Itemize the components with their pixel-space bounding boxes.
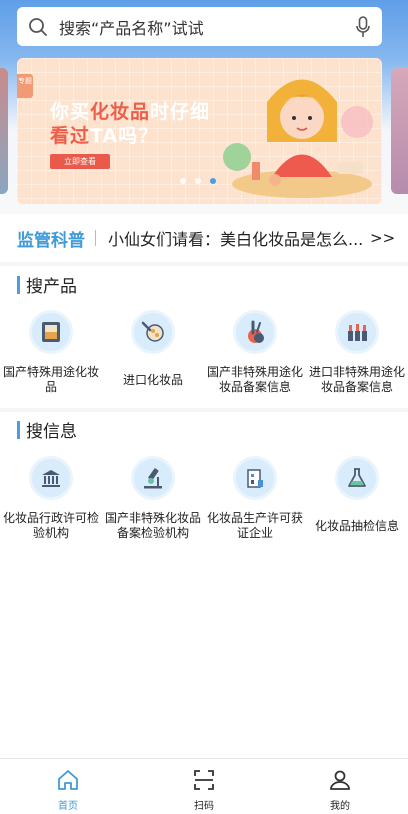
- tab-scan-label: 扫码: [194, 801, 214, 812]
- info-grid: 化妆品行政许可检验机构 国产非特殊化妆品备案检验机构 化妆品生产许可获证企业 化…: [0, 456, 408, 542]
- product-item-label: 进口非特殊用途化妆品备案信息: [308, 365, 405, 394]
- tab-mine-label: 我的: [330, 801, 350, 812]
- notice-text[interactable]: 小仙女们请看：美白化妆品是怎么...: [108, 226, 366, 250]
- notice-divider: [95, 230, 96, 246]
- search-icon: [27, 16, 49, 38]
- info-item-filing-agencies[interactable]: 国产非特殊化妆品备案检验机构: [102, 456, 204, 542]
- section-divider: [0, 262, 408, 266]
- home-icon: [55, 767, 81, 793]
- info-item-inspection[interactable]: 化妆品抽检信息: [306, 456, 408, 542]
- banner-next-peek[interactable]: [391, 68, 408, 194]
- tab-home-label: 首页: [58, 801, 78, 812]
- notice-title: 监管科普: [17, 230, 85, 251]
- cosmetic-palette-icon: [29, 310, 73, 354]
- user-icon: [327, 767, 353, 793]
- notice-bar[interactable]: 监管科普 小仙女们请看：美白化妆品是怎么... >>: [0, 214, 408, 262]
- info-item-label: 化妆品行政许可检验机构: [2, 511, 99, 540]
- info-section-title: 搜信息: [17, 417, 77, 442]
- tab-scan[interactable]: 扫码: [136, 759, 272, 814]
- banner-text: 你买: [50, 101, 91, 123]
- banner-headline-2: 看过TA吗？: [50, 121, 158, 148]
- product-item-domestic-special[interactable]: 国产特殊用途化妆品: [0, 310, 102, 396]
- factory-icon: [233, 456, 277, 500]
- search-placeholder: 搜索“产品名称”试试: [59, 18, 204, 38]
- banner-prev-peek[interactable]: [0, 68, 8, 194]
- section-accent-bar: [17, 420, 20, 439]
- section-accent-bar: [17, 275, 20, 294]
- banner-pagination: [180, 178, 216, 184]
- section-title-text: 搜产品: [26, 277, 77, 297]
- bottom-tab-bar: 首页 扫码 我的: [0, 758, 408, 814]
- notice-more-link[interactable]: >>: [370, 229, 395, 247]
- info-item-licensed-companies[interactable]: 化妆品生产许可获证企业: [204, 456, 306, 542]
- section-title-text: 搜信息: [26, 422, 77, 442]
- banner-cta-button[interactable]: 立即查看: [50, 154, 110, 169]
- product-item-label: 国产非特殊用途化妆品备案信息: [206, 365, 303, 394]
- search-bar[interactable]: 搜索“产品名称”试试: [17, 7, 382, 46]
- info-item-license-agencies[interactable]: 化妆品行政许可检验机构: [0, 456, 102, 542]
- makeup-brushes-icon: [131, 310, 175, 354]
- banner-illustration: [223, 79, 373, 198]
- promo-banner[interactable]: 专题 你买化妆品时仔细 看过TA吗？ 立即查看: [17, 58, 382, 204]
- info-item-label: 化妆品抽检信息: [314, 518, 399, 533]
- tab-home[interactable]: 首页: [0, 759, 136, 814]
- product-item-imported-nonspecial[interactable]: 进口非特殊用途化妆品备案信息: [306, 310, 408, 396]
- pagination-dot-active[interactable]: [210, 178, 216, 184]
- product-item-domestic-nonspecial[interactable]: 国产非特殊用途化妆品备案信息: [204, 310, 306, 396]
- government-building-icon: [29, 456, 73, 500]
- banner-text: TA吗？: [90, 125, 159, 147]
- banner-highlight: 化妆品: [90, 101, 151, 123]
- products-section-title: 搜产品: [17, 272, 77, 297]
- product-item-label: 进口化妆品: [122, 372, 183, 387]
- product-item-imported[interactable]: 进口化妆品: [102, 310, 204, 396]
- flask-icon: [335, 456, 379, 500]
- banner-highlight: 看过: [50, 125, 91, 147]
- info-item-label: 化妆品生产许可获证企业: [206, 511, 303, 540]
- tab-mine[interactable]: 我的: [272, 759, 408, 814]
- section-divider: [0, 408, 408, 412]
- microphone-icon[interactable]: [352, 15, 374, 39]
- banner-tag: 专题: [17, 74, 33, 98]
- pagination-dot[interactable]: [180, 178, 186, 184]
- banner-headline-1: 你买化妆品时仔细: [50, 97, 210, 124]
- product-item-label: 国产特殊用途化妆品: [2, 365, 99, 394]
- products-grid: 国产特殊用途化妆品 进口化妆品 国产非特殊用途化妆品备案信息 进口非特殊用途化妆…: [0, 310, 408, 396]
- pagination-dot[interactable]: [195, 178, 201, 184]
- microscope-icon: [131, 456, 175, 500]
- scan-icon: [191, 767, 217, 793]
- info-item-label: 国产非特殊化妆品备案检验机构: [104, 511, 201, 540]
- banner-text: 时仔细: [150, 101, 211, 123]
- lipsticks-icon: [335, 310, 379, 354]
- brush-palette-icon: [233, 310, 277, 354]
